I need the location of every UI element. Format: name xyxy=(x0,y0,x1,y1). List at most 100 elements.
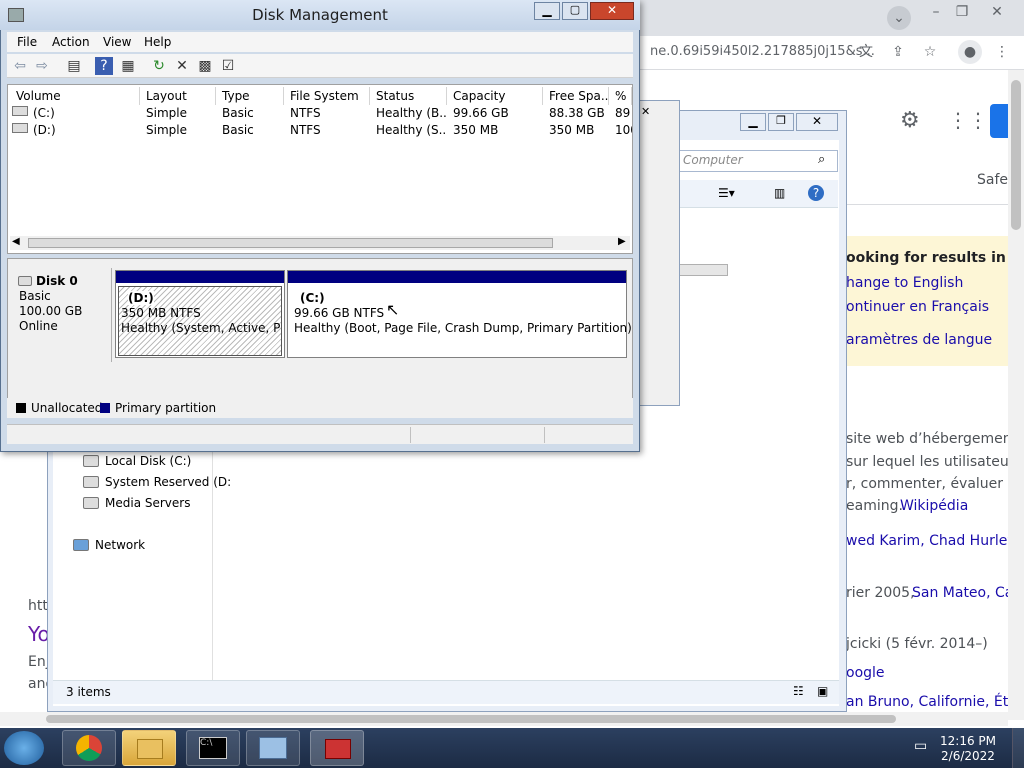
drive-icon xyxy=(12,106,28,116)
chevron-down-icon[interactable]: ⌄ xyxy=(887,6,911,30)
tree-item-local-disk[interactable]: Local Disk (C:) xyxy=(83,454,191,468)
table-row[interactable]: (C:) Simple Basic NTFS Healthy (B... 99.… xyxy=(8,105,632,121)
taskbar-computer-management[interactable] xyxy=(246,730,300,766)
preview-pane-icon[interactable]: ▥ xyxy=(774,186,785,200)
tree-item-media-servers[interactable]: Media Servers xyxy=(83,496,190,510)
divider xyxy=(846,204,1008,205)
explorer-close-button[interactable]: ✕ xyxy=(796,113,838,131)
settings-gear-icon[interactable]: ⚙ xyxy=(900,108,920,133)
col-percent-free[interactable]: % F xyxy=(609,87,632,105)
clock[interactable]: 12:16 PM 2/6/2022 xyxy=(940,734,996,764)
refresh-icon[interactable]: ↻ xyxy=(150,57,168,75)
snippet-line-2: sur lequel les utilisateurs p xyxy=(846,454,1024,470)
ceo-text: jcicki (5 févr. 2014–) xyxy=(846,636,988,652)
properties-icon[interactable]: ▩ xyxy=(196,57,214,75)
help-icon[interactable]: ? xyxy=(808,185,824,201)
partition-d[interactable]: (D:) 350 MB NTFS Healthy (System, Active… xyxy=(115,270,285,358)
maximize-button[interactable]: ▢ xyxy=(562,2,588,20)
help-icon[interactable]: ? xyxy=(95,57,113,75)
scroll-thumb[interactable] xyxy=(28,238,553,248)
taskbar-disk-management[interactable] xyxy=(310,730,364,766)
profile-icon[interactable]: ● xyxy=(958,40,982,64)
background-dialog: ✕ xyxy=(636,100,680,406)
cell-volume: (C:) xyxy=(33,106,55,120)
network-tray-icon[interactable]: ▭ xyxy=(914,738,927,754)
back-arrow-icon[interactable]: ⇦ xyxy=(11,57,29,75)
col-status[interactable]: Status xyxy=(370,87,447,105)
checkmark-icon[interactable]: ☑ xyxy=(219,57,237,75)
founders-links[interactable]: wed Karim, Chad Hurley, S xyxy=(846,533,1024,549)
primary-partition-swatch xyxy=(100,403,110,413)
partition-c[interactable]: (C:) 99.66 GB NTFS Healthy (Boot, Page F… xyxy=(287,270,632,358)
url-text[interactable]: ne.0.69i59i450l2.217885j0j15&s... xyxy=(650,44,875,59)
menu-action[interactable]: Action xyxy=(52,35,90,49)
properties-list-icon[interactable]: ▦ xyxy=(119,57,137,75)
share-icon[interactable]: ⇪ xyxy=(886,40,910,64)
cell-volume: (D:) xyxy=(33,123,56,137)
founded-place-link[interactable]: San Mateo, Cal xyxy=(912,585,1017,601)
show-desktop-button[interactable] xyxy=(1012,728,1024,768)
col-type[interactable]: Type xyxy=(216,87,284,105)
explorer-minimize-button[interactable]: ▁ xyxy=(740,113,766,131)
language-notice-heading: ooking for results in Engli xyxy=(846,250,1024,266)
apps-grid-icon[interactable]: ⋮⋮ xyxy=(948,108,988,132)
disk-size: 100.00 GB xyxy=(19,304,83,318)
scrollbar-thumb[interactable] xyxy=(1011,80,1021,230)
menu-view[interactable]: View xyxy=(103,35,131,49)
search-icon[interactable]: ⌕ xyxy=(818,152,825,167)
language-settings-link[interactable]: aramètres de langue xyxy=(846,332,992,348)
legend: Unallocated Primary partition xyxy=(7,398,633,418)
snippet-line-1: site web d’hébergement de xyxy=(846,431,1024,447)
minimize-button[interactable]: ▁ xyxy=(534,2,560,20)
dialog-close-icon[interactable]: ✕ xyxy=(641,105,650,118)
restore-icon[interactable]: ❐ xyxy=(950,0,974,24)
hq-link[interactable]: an Bruno, Californie, États xyxy=(846,694,1024,710)
partition-bar xyxy=(116,271,284,283)
table-row[interactable]: (D:) Simple Basic NTFS Healthy (S... 350… xyxy=(8,122,632,138)
change-to-english-link[interactable]: hange to English xyxy=(846,275,963,291)
tree-item-network[interactable]: Network xyxy=(73,538,145,552)
taskbar-chrome[interactable] xyxy=(62,730,116,766)
menu-dots-icon[interactable]: ⋮ xyxy=(990,40,1014,64)
legend-unallocated: Unallocated xyxy=(31,401,103,415)
scroll-left-arrow-icon[interactable]: ◀ xyxy=(12,236,20,247)
horizontal-scrollbar[interactable] xyxy=(0,712,1008,726)
wikipedia-link[interactable]: Wikipédia xyxy=(900,498,968,514)
explorer-restore-button[interactable]: ❐ xyxy=(768,113,794,131)
close-icon[interactable]: ✕ xyxy=(985,0,1009,24)
disk-type: Basic xyxy=(19,289,51,303)
start-button[interactable] xyxy=(4,731,44,765)
owner-link[interactable]: oogle xyxy=(846,665,885,681)
menu-help[interactable]: Help xyxy=(144,35,171,49)
hscroll-thumb[interactable] xyxy=(46,715,896,723)
cell-capacity: 99.66 GB xyxy=(453,106,509,120)
col-layout[interactable]: Layout xyxy=(140,87,216,105)
forward-arrow-icon[interactable]: ⇨ xyxy=(33,57,51,75)
menu-file[interactable]: File xyxy=(17,35,37,49)
tree-item-system-reserved[interactable]: System Reserved (D: xyxy=(83,475,231,489)
delete-icon[interactable]: ✕ xyxy=(173,57,191,75)
disk-info-panel[interactable]: Disk 0 Basic 100.00 GB Online xyxy=(10,268,112,362)
taskbar-explorer[interactable] xyxy=(122,730,176,766)
tree-label: Network xyxy=(95,538,146,552)
col-capacity[interactable]: Capacity xyxy=(447,87,543,105)
bookmark-star-icon[interactable]: ☆ xyxy=(918,40,942,64)
list-horizontal-scrollbar[interactable]: ◀ ▶ xyxy=(10,236,630,250)
large-icons-view-icon[interactable]: ▣ xyxy=(817,684,828,698)
continuer-francais-link[interactable]: ontinuer en Français xyxy=(846,299,989,315)
col-file-system[interactable]: File System xyxy=(284,87,370,105)
minimize-icon[interactable]: – xyxy=(924,0,948,24)
explorer-search-input[interactable]: Computer xyxy=(678,150,838,172)
close-button[interactable]: ✕ xyxy=(590,2,634,20)
safesearch-label[interactable]: Safe xyxy=(977,172,1008,188)
view-options-icon[interactable]: ☰▾ xyxy=(718,186,735,200)
page-scrollbar[interactable] xyxy=(1008,70,1024,720)
console-tree-icon[interactable]: ▤ xyxy=(65,57,83,75)
scroll-right-arrow-icon[interactable]: ▶ xyxy=(618,236,626,247)
col-volume[interactable]: Volume xyxy=(10,87,140,105)
taskbar-cmd[interactable]: C:\ xyxy=(186,730,240,766)
dm-titlebar[interactable]: Disk Management ▁ ▢ ✕ xyxy=(0,0,640,30)
col-free-space[interactable]: Free Spa... xyxy=(543,87,609,105)
cell-free: 88.38 GB xyxy=(549,106,605,120)
details-view-icon[interactable]: ☷ xyxy=(793,684,804,698)
